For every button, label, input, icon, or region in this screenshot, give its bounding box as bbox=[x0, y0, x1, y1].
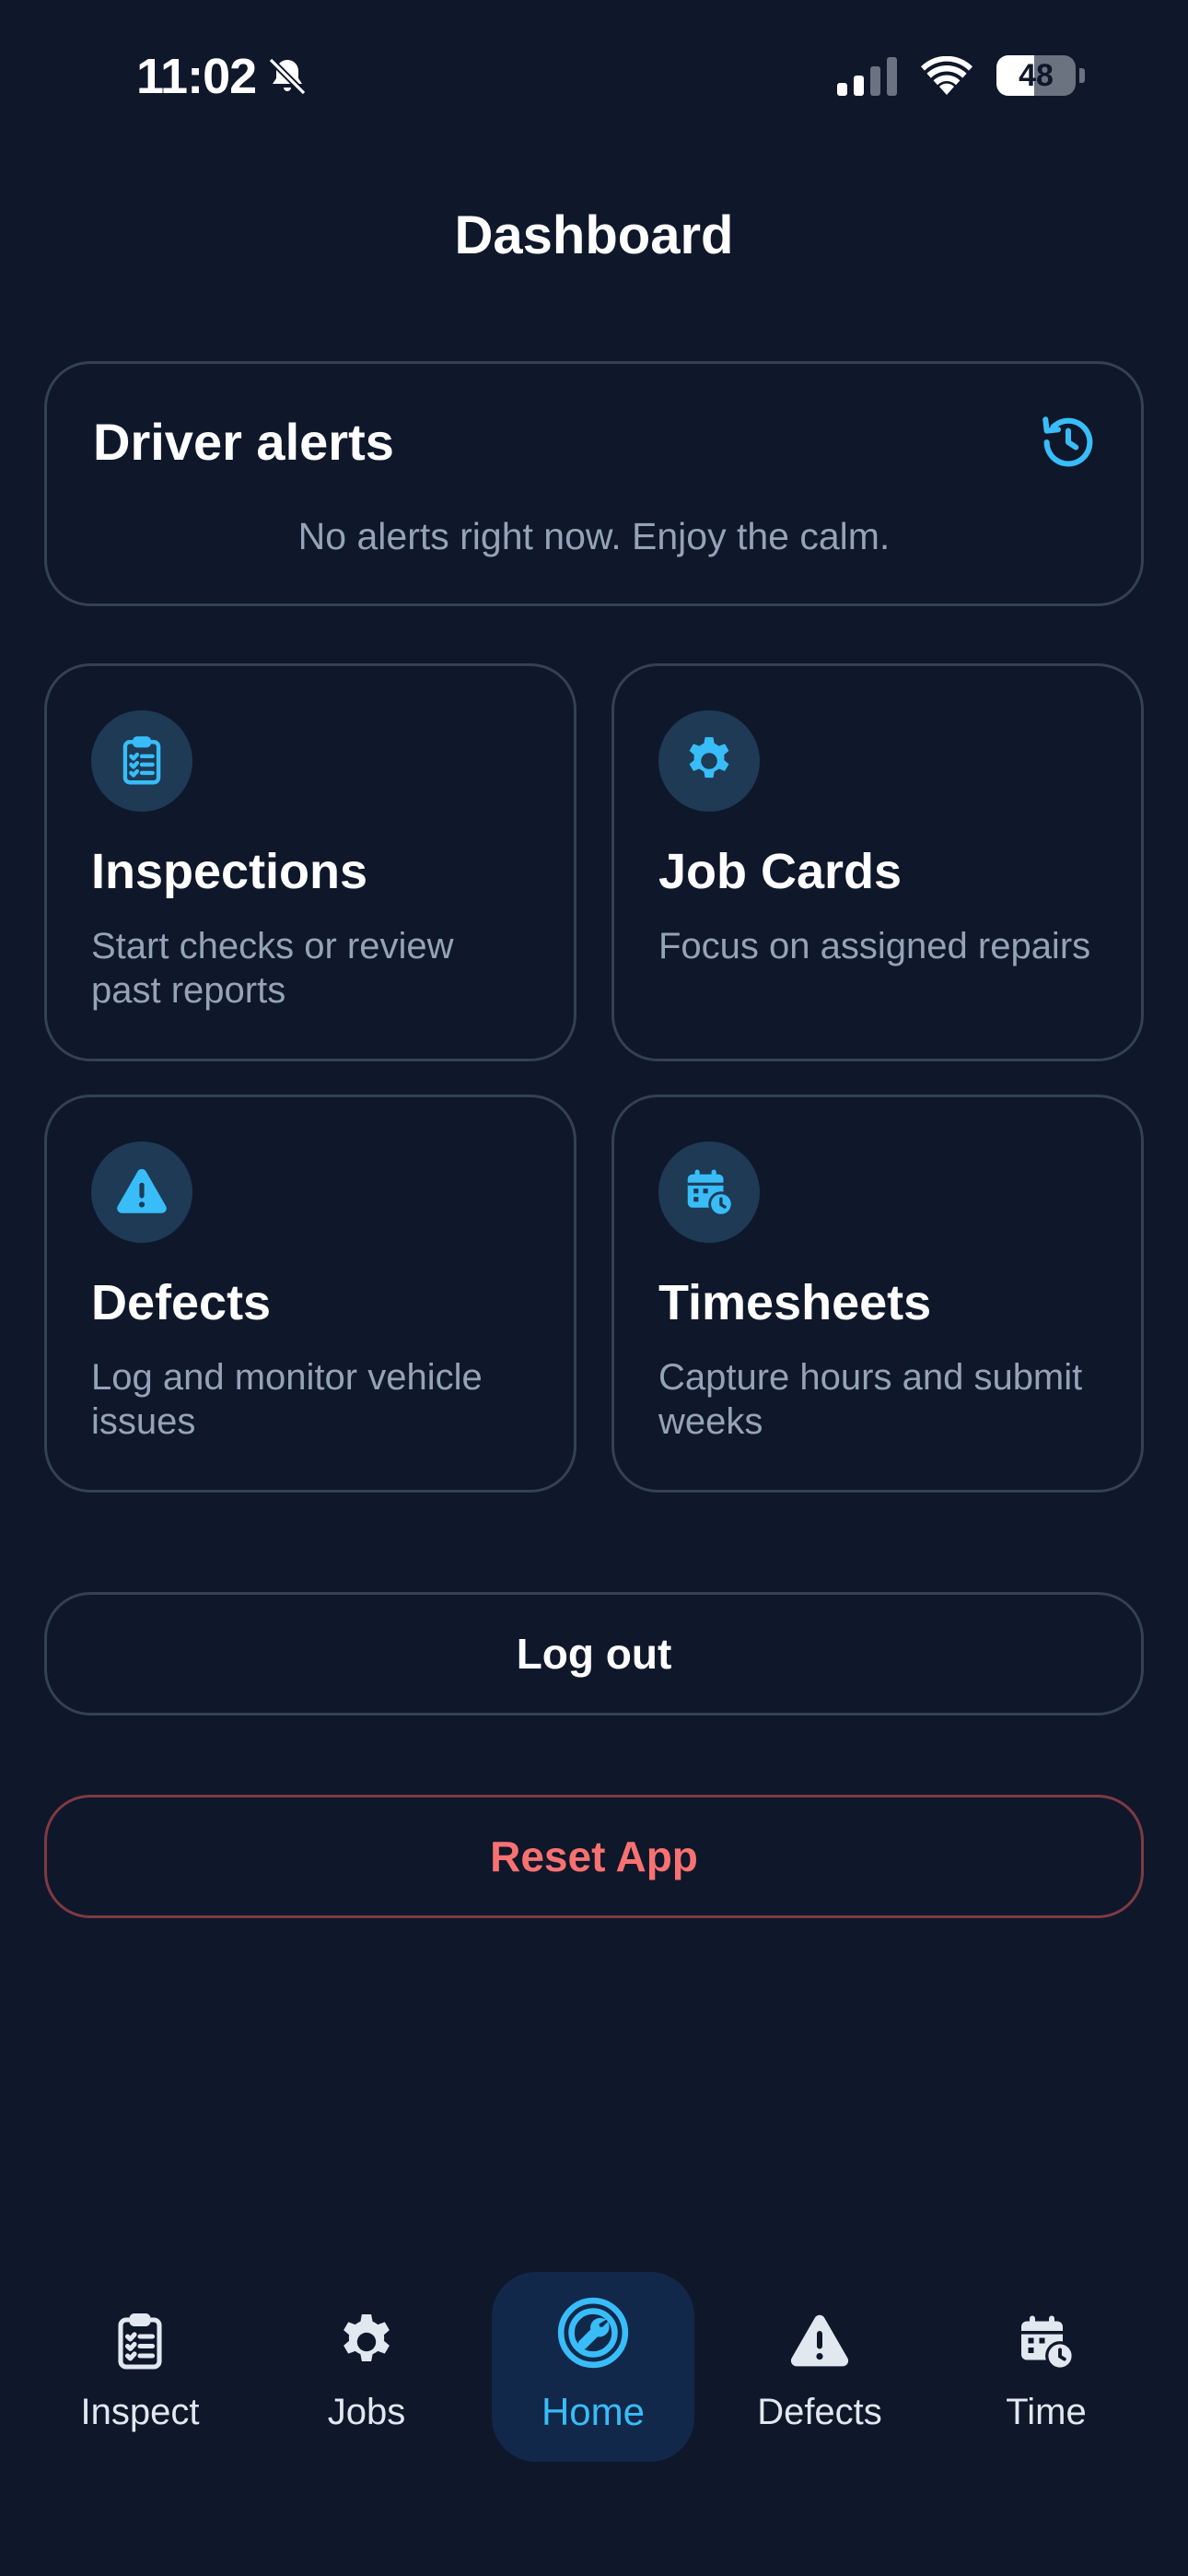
gear-icon bbox=[689, 737, 729, 779]
calendar-clock-icon bbox=[687, 1169, 734, 1217]
warning-icon bbox=[117, 1168, 167, 1213]
job-cards-tile-icon bbox=[658, 710, 760, 812]
wifi-icon bbox=[921, 56, 973, 95]
job-cards-tile-title: Job Cards bbox=[658, 844, 903, 899]
timesheets-tile-description: Capture hours and submit weeks bbox=[658, 1357, 1083, 1442]
battery-indicator: 48 bbox=[996, 55, 1076, 96]
nav-item-defects[interactable]: Defects bbox=[718, 2248, 921, 2469]
gear-icon bbox=[344, 2314, 390, 2361]
nav-label-inspect: Inspect bbox=[80, 2392, 200, 2432]
job-cards-tile-description: Focus on assigned repairs bbox=[658, 926, 1091, 966]
inspections-tile-description: Start checks or review past reports bbox=[91, 926, 454, 1011]
logout-button[interactable]: Log out bbox=[44, 1592, 1144, 1715]
status-bar: 11:02 48 bbox=[0, 0, 1188, 157]
page-title: Dashboard bbox=[454, 205, 734, 265]
clipboard-icon bbox=[118, 2313, 162, 2370]
clipboard-icon bbox=[122, 736, 161, 785]
inspections-tile-title: Inspections bbox=[91, 844, 368, 899]
nav-label-home: Home bbox=[541, 2390, 646, 2433]
inspections-tile-icon bbox=[91, 710, 192, 812]
nav-item-time[interactable]: Time bbox=[945, 2248, 1147, 2469]
calendar-clock-icon bbox=[1021, 2315, 1075, 2371]
nav-item-jobs[interactable]: Jobs bbox=[265, 2248, 468, 2469]
warning-icon bbox=[790, 2314, 849, 2367]
status-time-group: 11:02 bbox=[136, 48, 309, 105]
status-time: 11:02 bbox=[136, 49, 257, 104]
dashboard-screen: 11:02 48 Dashboard Driver alerts No aler… bbox=[0, 0, 1188, 2576]
inspections-tile[interactable]: Inspections Start checks or review past … bbox=[44, 663, 577, 1061]
home-wrench-icon bbox=[557, 2297, 629, 2369]
bell-slash-icon bbox=[268, 57, 307, 96]
nav-label-defects: Defects bbox=[757, 2392, 882, 2432]
nav-item-home[interactable]: Home bbox=[492, 2272, 694, 2462]
job-cards-tile[interactable]: Job Cards Focus on assigned repairs bbox=[611, 663, 1144, 1061]
defects-tile-icon bbox=[91, 1142, 192, 1243]
nav-label-jobs: Jobs bbox=[327, 2392, 406, 2432]
timesheets-tile-title: Timesheets bbox=[658, 1275, 932, 1330]
driver-alerts-title: Driver alerts bbox=[93, 413, 394, 471]
history-icon[interactable] bbox=[1038, 412, 1099, 473]
reset-app-button[interactable]: Reset App bbox=[44, 1795, 1144, 1918]
defects-tile-title: Defects bbox=[91, 1275, 272, 1330]
driver-alerts-card: Driver alerts No alerts right now. Enjoy… bbox=[44, 361, 1144, 606]
signal-icon bbox=[837, 55, 897, 96]
nav-label-time: Time bbox=[1006, 2392, 1087, 2432]
alerts-empty-message: No alerts right now. Enjoy the calm. bbox=[297, 515, 891, 557]
defects-tile[interactable]: Defects Log and monitor vehicle issues bbox=[44, 1095, 577, 1493]
bottom-nav: Inspect Jobs Home Defects Time bbox=[0, 2248, 1188, 2576]
timesheets-tile-icon bbox=[658, 1142, 760, 1243]
timesheets-tile[interactable]: Timesheets Capture hours and submit week… bbox=[611, 1095, 1144, 1493]
status-icons: 48 bbox=[837, 55, 1085, 96]
battery-percent: 48 bbox=[1019, 57, 1054, 93]
battery-cap bbox=[1079, 68, 1085, 83]
nav-item-inspect[interactable]: Inspect bbox=[39, 2248, 241, 2469]
defects-tile-description: Log and monitor vehicle issues bbox=[91, 1357, 483, 1442]
